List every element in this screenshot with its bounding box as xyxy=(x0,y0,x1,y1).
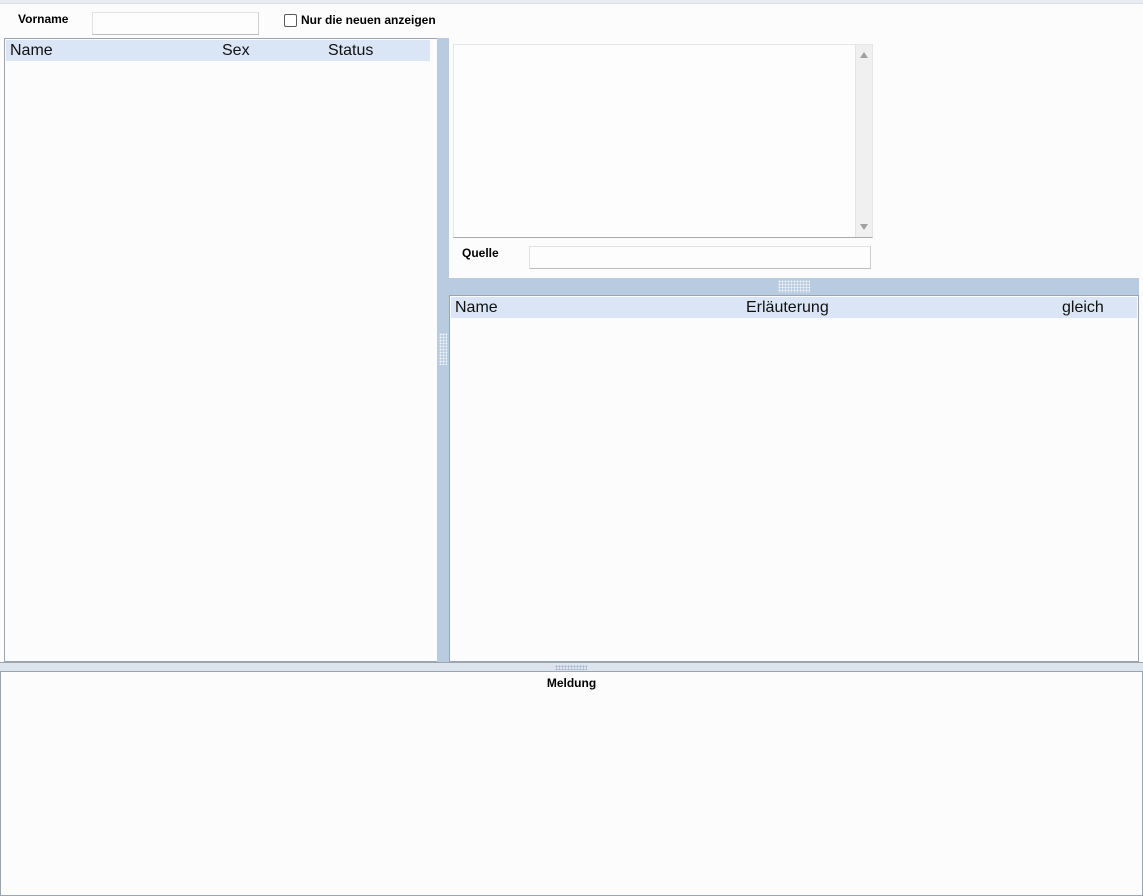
vertical-splitter[interactable] xyxy=(437,38,449,662)
relations-table[interactable]: Name Erläuterung gleich xyxy=(449,295,1139,662)
scroll-down-arrow-icon[interactable] xyxy=(860,224,868,230)
quelle-input[interactable] xyxy=(529,246,871,269)
new-only-label[interactable]: Nur die neuen anzeigen xyxy=(301,13,436,27)
message-panel: Meldung xyxy=(0,672,1143,896)
splitter-grip-icon[interactable] xyxy=(778,280,810,293)
relations-table-header: Name Erläuterung gleich xyxy=(451,297,1137,318)
column-header-gleich[interactable]: gleich xyxy=(1062,299,1104,317)
column-header-name[interactable]: Name xyxy=(455,299,498,317)
message-title: Meldung xyxy=(546,676,597,690)
quelle-label: Quelle xyxy=(462,246,499,260)
splitter-grip-icon[interactable] xyxy=(555,665,587,670)
right-horizontal-splitter[interactable] xyxy=(449,278,1139,295)
splitter-grip-icon[interactable] xyxy=(439,333,447,365)
scroll-up-arrow-icon[interactable] xyxy=(860,52,868,58)
detail-scrollbar[interactable] xyxy=(855,45,872,237)
persons-table-header: Name Sex Status xyxy=(6,40,430,61)
bottom-horizontal-splitter[interactable] xyxy=(0,662,1143,672)
new-only-checkbox[interactable]: Nur die neuen anzeigen xyxy=(284,13,436,27)
column-header-status[interactable]: Status xyxy=(328,42,373,60)
detail-text-area[interactable] xyxy=(453,44,873,238)
window-top-edge xyxy=(0,0,1143,4)
persons-table[interactable]: Name Sex Status xyxy=(4,38,438,662)
column-header-name[interactable]: Name xyxy=(10,42,53,60)
column-header-sex[interactable]: Sex xyxy=(222,42,250,60)
checkbox-box[interactable] xyxy=(284,13,297,27)
column-header-erlaeuterung[interactable]: Erläuterung xyxy=(746,299,829,317)
vorname-input[interactable] xyxy=(92,12,259,35)
app-window: Vorname Nur die neuen anzeigen Name Sex … xyxy=(0,0,1143,896)
vorname-label: Vorname xyxy=(18,12,69,26)
